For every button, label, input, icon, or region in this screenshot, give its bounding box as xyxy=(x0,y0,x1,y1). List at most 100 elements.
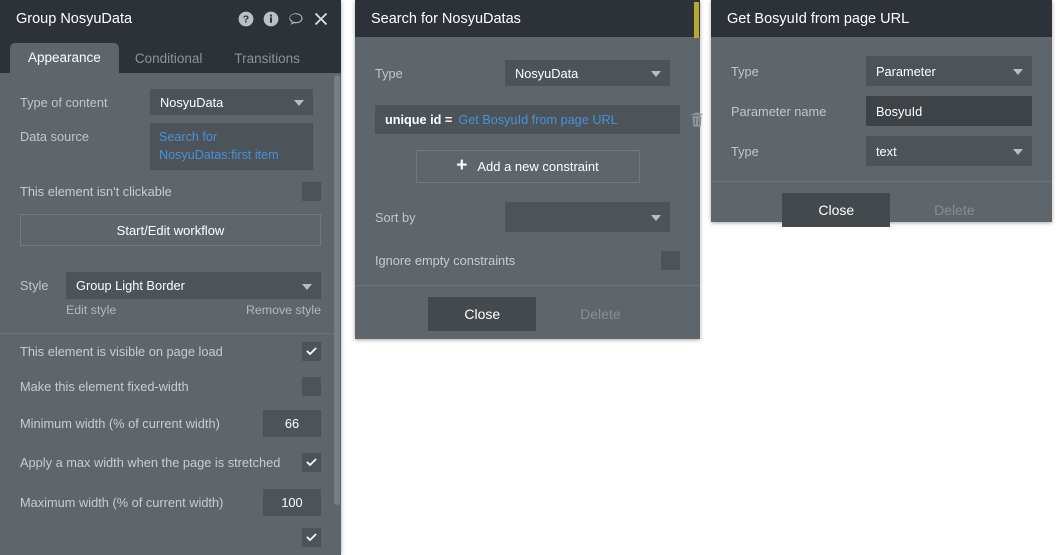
not-clickable-checkbox[interactable] xyxy=(302,181,321,201)
maximum-width-input[interactable]: 100 xyxy=(263,488,321,516)
clipped-row-partial xyxy=(0,522,341,552)
value-type-label: Type xyxy=(731,143,759,159)
help-icon[interactable]: ? xyxy=(238,11,254,27)
sort-by-select[interactable] xyxy=(505,202,670,232)
visible-on-page-load-checkbox[interactable] xyxy=(302,342,321,361)
scrollbar-thumb[interactable] xyxy=(694,2,699,38)
edit-style-link[interactable]: Edit style xyxy=(66,303,116,317)
fixed-width-row: Make this element fixed-width xyxy=(0,369,341,404)
fixed-width-label: Make this element fixed-width xyxy=(20,379,189,394)
type-label: Type xyxy=(375,65,403,81)
minimum-width-input[interactable]: 66 xyxy=(263,409,321,437)
data-source-label: Data source xyxy=(20,129,89,144)
vertical-scrollbar[interactable] xyxy=(333,0,341,555)
close-button[interactable]: Close xyxy=(428,297,537,331)
sort-by-row: Sort by xyxy=(355,191,700,243)
panel-header: Group NosyuData ? xyxy=(0,0,341,37)
group-properties-panel: Group NosyuData ? Appearance Conditional… xyxy=(0,0,341,555)
trash-icon[interactable] xyxy=(690,112,704,127)
ignore-empty-constraints-label: Ignore empty constraints xyxy=(375,252,516,268)
page-title: Group NosyuData xyxy=(16,10,133,27)
panel-body: Type Parameter Parameter name BosyuId Ty… xyxy=(711,37,1052,238)
not-clickable-row: This element isn't clickable xyxy=(0,175,341,207)
value-type-select[interactable]: text xyxy=(866,136,1032,166)
type-of-content-value: NosyuData xyxy=(160,94,224,110)
plus-icon: + xyxy=(456,155,468,176)
close-button[interactable]: Close xyxy=(782,193,891,227)
panel-header: Search for NosyuDatas xyxy=(355,0,700,37)
get-bosyuid-from-page-url-panel: Get BosyuId from page URL Type Parameter… xyxy=(711,0,1052,227)
parameter-name-label: Parameter name xyxy=(731,103,827,119)
data-source-field[interactable]: Search for NosyuDatas:first item xyxy=(150,123,313,170)
panel-body: Type of content NosyuData Data source Se… xyxy=(0,73,341,552)
type-label: Type xyxy=(731,63,759,79)
style-value: Group Light Border xyxy=(76,278,185,293)
chevron-down-icon xyxy=(651,215,661,221)
panel-footer: Close Delete xyxy=(711,182,1052,238)
style-select[interactable]: Group Light Border xyxy=(66,272,321,299)
visible-on-page-load-label: This element is visible on page load xyxy=(20,344,223,359)
header-icon-group: ? xyxy=(238,11,329,27)
not-clickable-label: This element isn't clickable xyxy=(20,183,172,199)
maximum-width-label: Maximum width (% of current width) xyxy=(20,494,224,510)
type-select[interactable]: Parameter xyxy=(866,56,1032,86)
type-value: NosyuData xyxy=(515,65,579,81)
panel-header: Get BosyuId from page URL xyxy=(711,0,1052,37)
chevron-down-icon xyxy=(302,283,312,290)
clipped-checkbox[interactable] xyxy=(302,527,321,547)
chevron-down-icon xyxy=(1013,149,1023,155)
max-width-toggle-row: Apply a max width when the page is stret… xyxy=(0,442,341,482)
start-edit-workflow-button[interactable]: Start/Edit workflow xyxy=(20,214,321,246)
tab-bar: Appearance Conditional Transitions xyxy=(0,37,341,73)
scrollbar-thumb[interactable] xyxy=(334,75,340,505)
type-of-content-select[interactable]: NosyuData xyxy=(150,89,313,115)
type-value: Parameter xyxy=(876,63,936,79)
panel-footer: Close Delete xyxy=(355,286,700,342)
page-title: Get BosyuId from page URL xyxy=(727,10,910,27)
tab-conditional[interactable]: Conditional xyxy=(119,45,219,74)
tab-transitions[interactable]: Transitions xyxy=(218,45,316,74)
max-width-toggle-label: Apply a max width when the page is stret… xyxy=(20,454,281,470)
panel-body: Type NosyuData unique id = Get BosyuId f… xyxy=(355,37,703,342)
fixed-width-checkbox[interactable] xyxy=(302,377,321,396)
type-of-content-label: Type of content xyxy=(20,94,108,110)
ignore-empty-constraints-row: Ignore empty constraints xyxy=(355,243,700,277)
constraint-value[interactable]: Get BosyuId from page URL xyxy=(458,113,617,127)
style-row: Style Group Light Border xyxy=(20,272,321,299)
value-type-row: Type text xyxy=(711,131,1052,171)
max-width-toggle-checkbox[interactable] xyxy=(302,452,321,472)
parameter-name-row: Parameter name BosyuId xyxy=(711,91,1052,131)
tab-appearance[interactable]: Appearance xyxy=(10,42,119,73)
style-label: Style xyxy=(20,278,49,293)
ignore-empty-constraints-checkbox[interactable] xyxy=(661,250,680,270)
add-constraint-button[interactable]: + Add a new constraint xyxy=(415,150,640,183)
type-select[interactable]: NosyuData xyxy=(505,60,670,86)
data-source-value: Search for NosyuDatas:first item xyxy=(159,130,279,163)
minimum-width-label: Minimum width (% of current width) xyxy=(20,415,220,431)
comment-icon[interactable] xyxy=(288,11,304,27)
value-type-value: text xyxy=(876,143,897,159)
svg-text:?: ? xyxy=(243,13,249,25)
page-title: Search for NosyuDatas xyxy=(371,10,521,27)
sort-by-label: Sort by xyxy=(375,209,416,225)
parameter-name-input[interactable]: BosyuId xyxy=(866,96,1032,126)
minimum-width-row: Minimum width (% of current width) 66 xyxy=(0,404,341,442)
constraint-row[interactable]: unique id = Get BosyuId from page URL xyxy=(375,105,703,134)
add-constraint-label: Add a new constraint xyxy=(477,159,599,174)
maximum-width-row: Maximum width (% of current width) 100 xyxy=(0,482,341,522)
close-icon[interactable] xyxy=(313,11,329,27)
visible-on-page-load-row: This element is visible on page load xyxy=(0,334,341,369)
data-source-row: Data source Search for NosyuDatas:first … xyxy=(0,119,341,175)
remove-style-link[interactable]: Remove style xyxy=(246,303,321,317)
constraint-key: unique id = xyxy=(385,112,453,127)
type-row: Type NosyuData xyxy=(355,51,700,95)
info-icon[interactable] xyxy=(263,11,279,27)
delete-button: Delete xyxy=(934,202,975,218)
type-row: Type Parameter xyxy=(711,51,1052,91)
chevron-down-icon xyxy=(651,71,661,77)
chevron-down-icon xyxy=(1013,69,1023,75)
style-links: Edit style Remove style xyxy=(66,299,321,317)
type-of-content-row: Type of content NosyuData xyxy=(0,85,341,119)
delete-button: Delete xyxy=(580,306,621,322)
search-for-nosyudatas-panel: Search for NosyuDatas Type NosyuData uni… xyxy=(355,0,703,342)
